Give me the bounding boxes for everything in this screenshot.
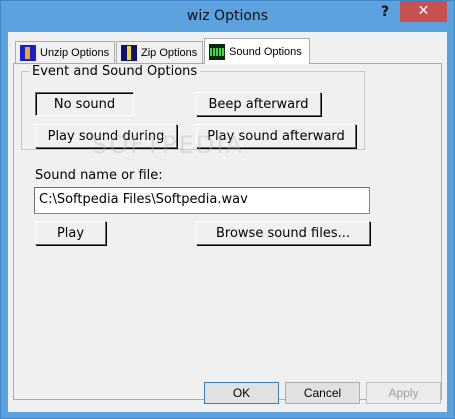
groupbox-title: Event and Sound Options (29, 64, 201, 79)
sound-file-input[interactable]: C:\Softpedia Files\Softpedia.wav (34, 187, 370, 214)
no-sound-button[interactable]: No sound (35, 92, 134, 116)
sound-file-label: Sound name or file: (35, 168, 163, 183)
tab-sound-options[interactable]: Sound Options (204, 38, 310, 64)
dialog-client-area: Unzip Options Zip Options Sound Options … (8, 32, 447, 412)
play-button[interactable]: Play (35, 221, 106, 245)
close-icon: ✕ (417, 3, 430, 19)
beep-afterward-button[interactable]: Beep afterward (196, 92, 321, 116)
options-dialog: wiz Options ? ✕ Unzip Options Zip Option… (0, 0, 455, 419)
tab-label: Unzip Options (40, 46, 110, 59)
ok-button[interactable]: OK (204, 382, 279, 404)
play-sound-during-button[interactable]: Play sound during (35, 124, 177, 148)
tab-label: Zip Options (141, 46, 198, 59)
cancel-button[interactable]: Cancel (285, 382, 360, 404)
unzip-icon (20, 44, 36, 61)
zip-icon (121, 44, 137, 61)
play-sound-afterward-button[interactable]: Play sound afterward (196, 124, 356, 148)
apply-button[interactable]: Apply (366, 382, 441, 404)
help-button[interactable]: ? (376, 2, 394, 22)
tab-zip-options[interactable]: Zip Options (116, 41, 203, 63)
browse-sound-files-button[interactable]: Browse sound files... (196, 221, 370, 245)
close-button[interactable]: ✕ (400, 1, 447, 22)
sound-icon (209, 43, 225, 60)
tab-label: Sound Options (229, 45, 302, 58)
tab-unzip-options[interactable]: Unzip Options (15, 41, 115, 63)
title-bar[interactable]: wiz Options ? ✕ (1, 1, 454, 32)
